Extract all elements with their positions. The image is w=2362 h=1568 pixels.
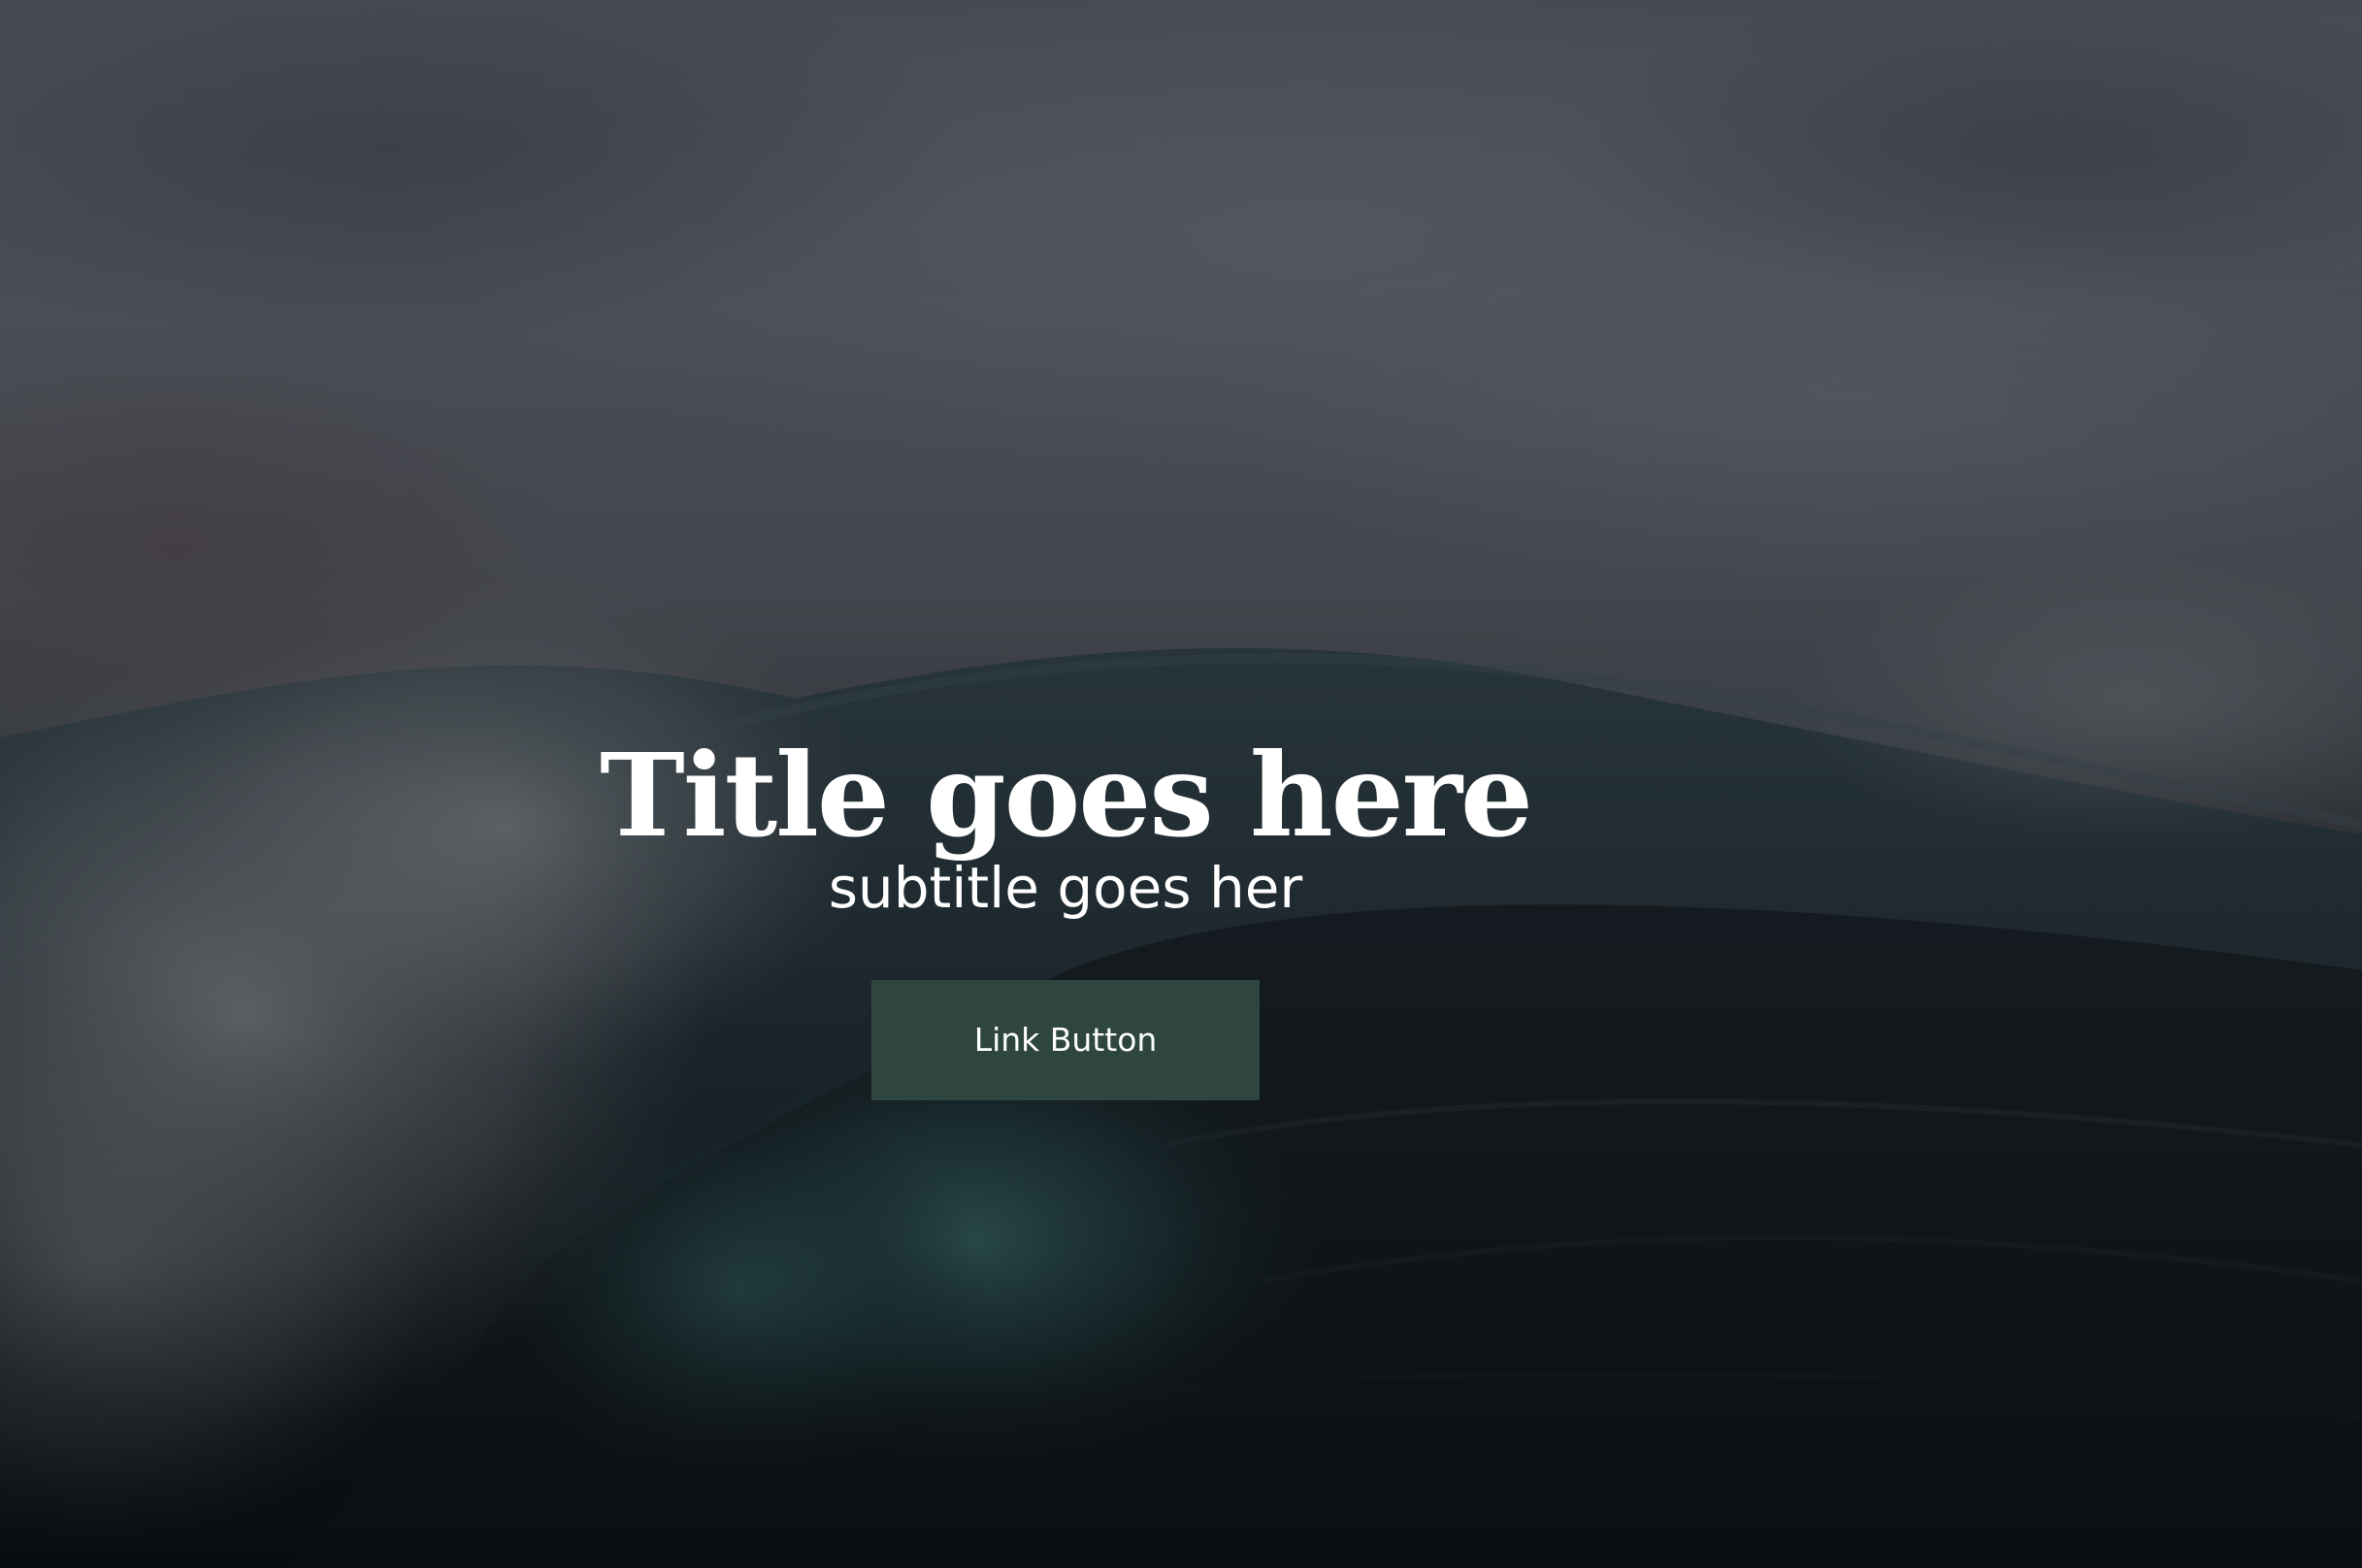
link-button[interactable]: Link Button [871,980,1260,1100]
hero-subtitle: subtitle goes her [828,855,1303,921]
hero-content: Title goes here subtitle goes her Link B… [0,0,2131,1568]
hero-title: Title goes here [599,728,1533,863]
hero-section: Title goes here subtitle goes her Link B… [0,0,2362,1568]
